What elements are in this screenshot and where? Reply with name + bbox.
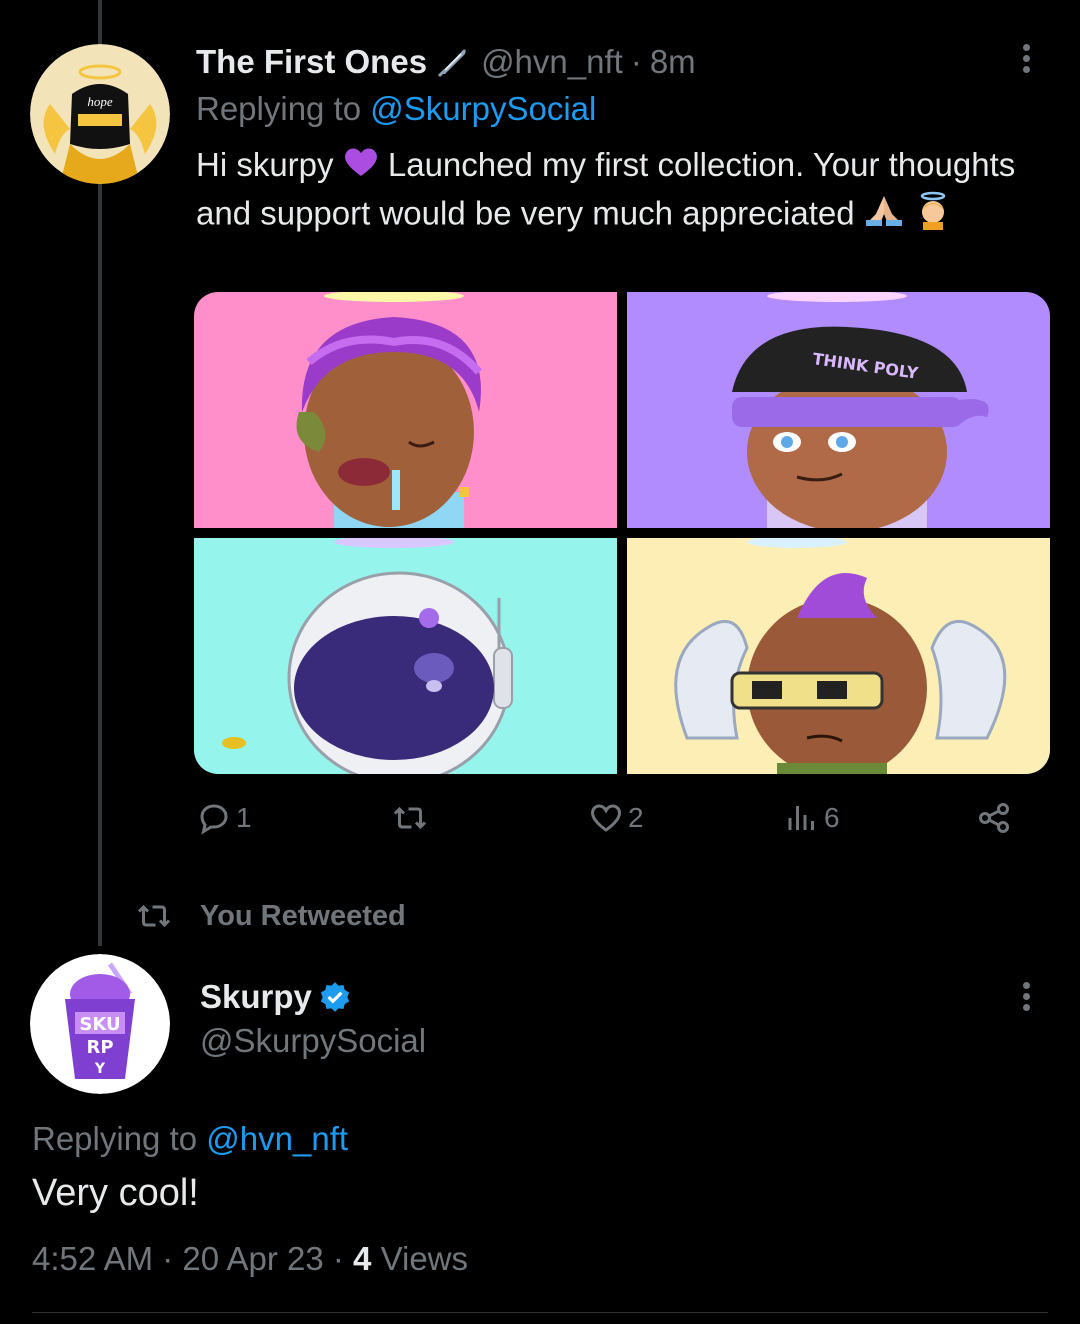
retweet-button[interactable] <box>392 800 432 836</box>
tweet2-text: Very cool! <box>32 1172 199 1214</box>
tweet2-views-label: Views <box>380 1240 469 1277</box>
avatar-skurpy[interactable]: SKU RP Y <box>30 954 170 1094</box>
tweet2-time[interactable]: 4:52 AM <box>32 1240 153 1277</box>
avatar-the-first-ones[interactable]: hope <box>30 44 170 184</box>
tweet1-text: Hi skurpy Launched my first collection. … <box>196 142 1016 242</box>
dot-separator: · <box>630 43 642 80</box>
more-options-icon[interactable] <box>1018 40 1034 80</box>
tweet2-replying-to: Replying to @hvn_nft <box>32 1120 348 1158</box>
tweet1-header: The First Ones @hvn_nft · 8m <box>196 40 696 84</box>
avatar-hope-text: hope <box>87 94 113 109</box>
avatar-text-line1: SKU <box>79 1014 120 1035</box>
tweet2-date[interactable]: 20 Apr 23 <box>182 1240 323 1277</box>
tweet1-time[interactable]: 8m <box>650 43 696 81</box>
share-icon <box>979 803 1009 833</box>
replying-to-link[interactable]: @SkurpySocial <box>370 90 596 127</box>
thread-connector-top <box>98 0 102 44</box>
purple-heart-icon <box>343 144 379 190</box>
tweet2-display-name[interactable]: Skurpy <box>200 978 312 1016</box>
divider <box>32 1312 1048 1313</box>
retweet-banner-text: You Retweeted <box>200 899 406 932</box>
reply-count: 1 <box>236 802 252 833</box>
media-image-3[interactable] <box>194 538 617 774</box>
tweet1-text-part1: Hi skurpy <box>196 146 334 183</box>
verified-badge-icon <box>318 980 352 1014</box>
views-count: 6 <box>824 802 840 833</box>
feather-icon <box>435 44 471 80</box>
share-button[interactable] <box>976 800 1012 836</box>
tweet1-media-grid[interactable]: THINK POLY <box>194 292 1050 774</box>
views-button[interactable]: 6 <box>784 800 840 836</box>
avatar-text-line2: RP <box>86 1037 113 1058</box>
tweet2-name-row: Skurpy <box>200 978 352 1016</box>
tweet1-actions: 1 2 6 <box>196 800 1026 852</box>
dot-separator: · <box>332 1240 354 1277</box>
folded-hands-icon <box>864 192 904 240</box>
replying-prefix: Replying to <box>196 90 362 127</box>
media-image-4[interactable] <box>627 538 1050 774</box>
analytics-icon <box>788 806 814 830</box>
tweet2-meta: 4:52 AM · 20 Apr 23 · 4 Views <box>32 1240 468 1278</box>
reply-icon <box>200 804 228 835</box>
replying-to-link[interactable]: @hvn_nft <box>206 1120 348 1157</box>
like-button[interactable]: 2 <box>588 800 644 836</box>
tweet2-views-count: 4 <box>353 1240 372 1277</box>
dot-separator: · <box>162 1240 183 1277</box>
media-image-1[interactable] <box>194 292 617 528</box>
more-options-icon[interactable] <box>1018 978 1034 1018</box>
retweet-banner[interactable]: You Retweeted <box>136 898 406 934</box>
retweet-icon <box>137 904 171 928</box>
media-image-2[interactable]: THINK POLY <box>627 292 1050 528</box>
like-count: 2 <box>628 802 644 833</box>
retweet-icon <box>393 806 427 830</box>
thread-connector <box>98 176 102 946</box>
tweet1-display-name[interactable]: The First Ones <box>196 43 427 81</box>
replying-prefix: Replying to <box>32 1120 198 1157</box>
angel-face-icon <box>913 190 953 242</box>
tweet1-replying-to: Replying to @SkurpySocial <box>196 90 596 128</box>
tweet2-handle[interactable]: @SkurpySocial <box>200 1022 426 1060</box>
avatar-text-line3: Y <box>94 1061 106 1077</box>
tweet1-handle[interactable]: @hvn_nft <box>481 43 623 81</box>
reply-button[interactable]: 1 <box>196 800 252 836</box>
heart-icon <box>590 804 622 832</box>
